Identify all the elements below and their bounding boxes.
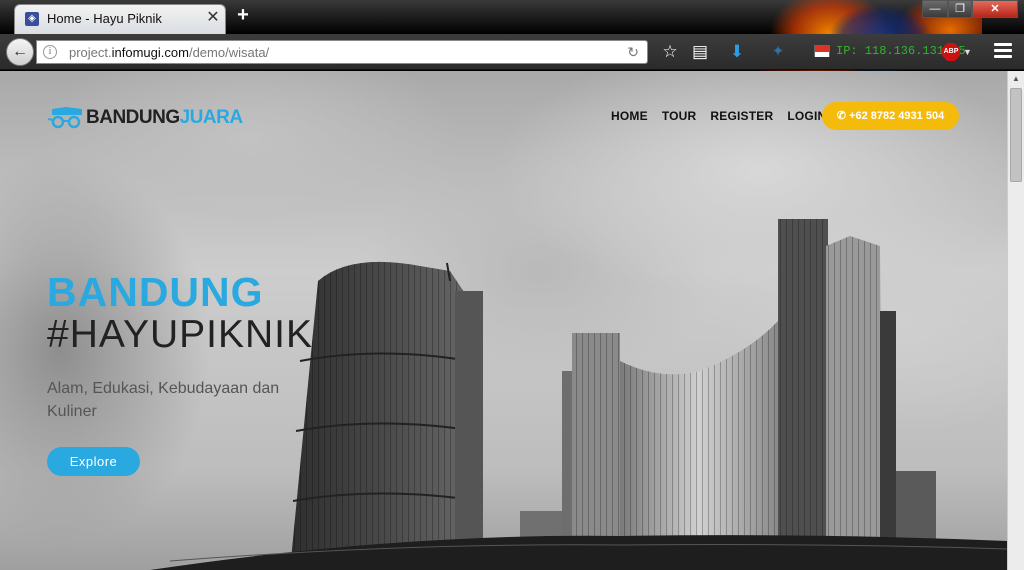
minimize-button[interactable]: — — [922, 0, 948, 18]
url-text: project.infomugi.com/demo/wisata/ — [69, 45, 270, 60]
nav-tour[interactable]: TOUR — [662, 109, 697, 123]
favicon-icon: ◈ — [25, 12, 39, 26]
nav-register[interactable]: REGISTER — [710, 109, 773, 123]
adblock-icon[interactable]: ABP — [942, 43, 960, 61]
chevron-down-icon[interactable]: ▼ — [963, 47, 972, 57]
browser-tab[interactable]: ◈ Home - Hayu Piknik ✕ — [14, 4, 226, 34]
menu-icon[interactable] — [994, 43, 1012, 59]
reading-list-icon[interactable]: ▤ — [690, 42, 710, 62]
hero-title: BANDUNG — [47, 269, 264, 315]
title-bar: ◈ Home - Hayu Piknik ✕ + — ❐ ✕ — [0, 0, 1024, 72]
explore-button[interactable]: Explore — [47, 447, 140, 476]
nav-login[interactable]: LOGIN — [787, 109, 826, 123]
logo-glasses-icon — [48, 107, 82, 129]
close-window-button[interactable]: ✕ — [972, 0, 1018, 18]
hero-subtitle: #HAYUPIKNIK — [47, 313, 314, 356]
flag-icon[interactable] — [814, 45, 830, 57]
navigation-toolbar: ← i project.infomugi.com/demo/wisata/ ↻ … — [0, 34, 1024, 70]
scrollbar[interactable]: ▲ — [1007, 71, 1024, 570]
hero-tagline: Alam, Edukasi, Kebudayaan dan Kuliner — [47, 380, 280, 420]
new-tab-button[interactable]: + — [233, 4, 253, 26]
browser-window: ◈ Home - Hayu Piknik ✕ + — ❐ ✕ ← i proje… — [0, 0, 1024, 570]
scroll-thumb[interactable] — [1010, 88, 1022, 182]
back-arrow-icon[interactable]: ← — [6, 38, 34, 66]
scroll-up-icon[interactable]: ▲ — [1008, 71, 1024, 87]
twitter-icon[interactable]: ✦ — [768, 42, 788, 62]
web-page: BANDUNGJUARA HOME TOUR REGISTER LOGIN ✆ +62… — [0, 71, 1007, 570]
tab-title: Home - Hayu Piknik — [47, 11, 162, 26]
star-icon[interactable]: ☆ — [660, 42, 680, 62]
phone-button[interactable]: ✆ +62 8782 4931 504 — [822, 102, 959, 130]
logo-text: BANDUNGJUARA — [86, 107, 243, 128]
main-nav: HOME TOUR REGISTER LOGIN — [611, 109, 840, 123]
tab-close-icon[interactable]: ✕ — [205, 10, 221, 26]
url-bar[interactable]: i project.infomugi.com/demo/wisata/ ↻ — [36, 40, 648, 64]
maximize-button[interactable]: ❐ — [948, 0, 972, 18]
reload-icon[interactable]: ↻ — [627, 44, 639, 61]
nav-home[interactable]: HOME — [611, 109, 648, 123]
download-icon[interactable]: ⬇ — [727, 42, 747, 62]
info-icon[interactable]: i — [43, 45, 57, 59]
